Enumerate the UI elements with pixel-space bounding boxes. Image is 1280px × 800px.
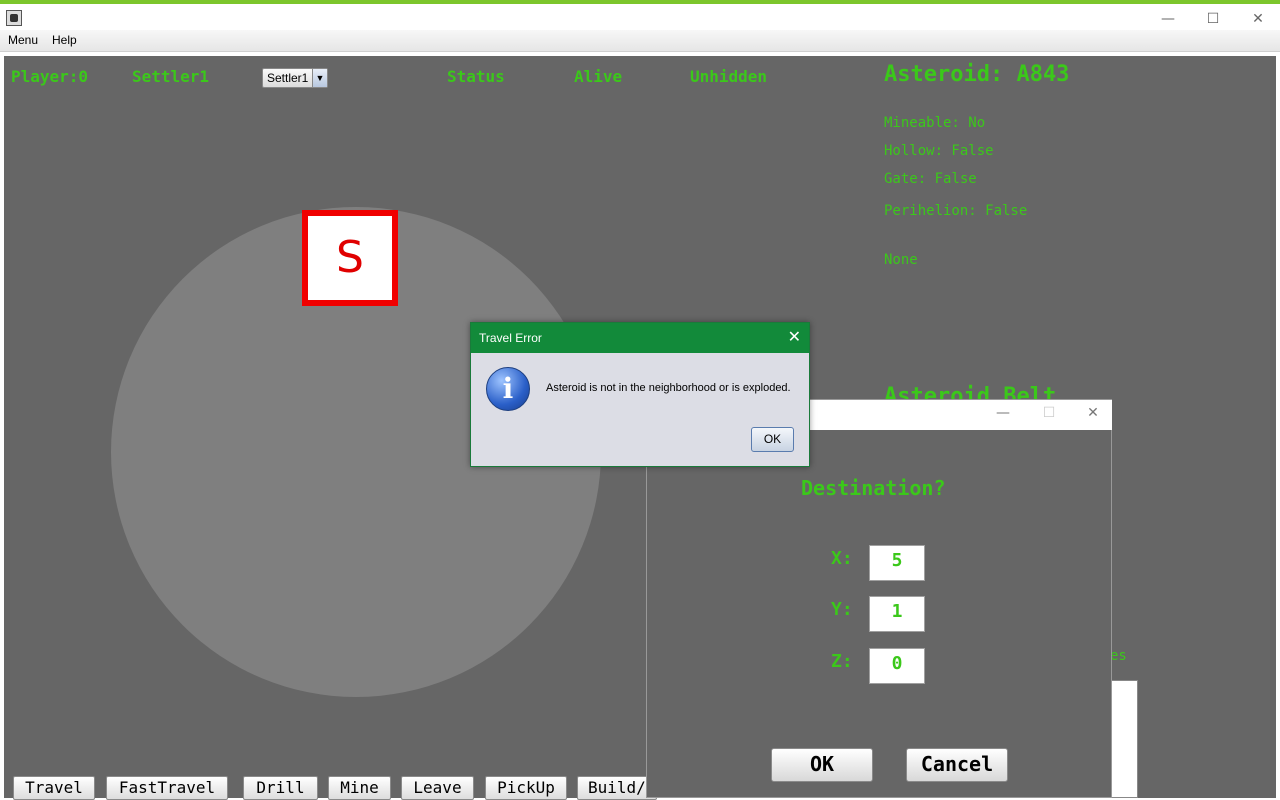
chevron-down-icon[interactable]: ▼: [312, 69, 327, 87]
pickup-button[interactable]: PickUp: [485, 776, 567, 800]
mine-button[interactable]: Mine: [328, 776, 391, 800]
z-label: Z:: [831, 651, 853, 672]
settler-select[interactable]: Settler1 ▼: [262, 68, 328, 88]
asteroid-hollow: Hollow: False: [884, 143, 994, 159]
asteroid-gate: Gate: False: [884, 171, 977, 187]
minimize-button[interactable]: —: [1148, 8, 1188, 30]
travel-button[interactable]: Travel: [13, 776, 95, 800]
leave-button[interactable]: Leave: [401, 776, 474, 800]
destination-cancel-button[interactable]: Cancel: [906, 748, 1008, 782]
visibility-status: Unhidden: [690, 67, 768, 86]
error-close-icon[interactable]: ✕: [788, 327, 801, 346]
status-value: Alive: [574, 67, 623, 86]
settler-marker[interactable]: S: [302, 210, 398, 306]
error-dialog-title: Travel Error: [479, 331, 542, 345]
settler-label: Settler1: [132, 67, 210, 86]
menu-item-help[interactable]: Help: [52, 33, 77, 47]
info-icon: i: [486, 367, 530, 411]
error-ok-button[interactable]: OK: [751, 427, 794, 452]
asteroid-resource: None: [884, 252, 918, 268]
y-label: Y:: [831, 599, 853, 620]
z-input[interactable]: 0: [869, 648, 925, 684]
maximize-button[interactable]: ☐: [1193, 8, 1233, 30]
x-input[interactable]: 5: [869, 545, 925, 581]
x-label: X:: [831, 548, 853, 569]
close-button[interactable]: ✕: [1238, 8, 1278, 30]
error-message: Asteroid is not in the neighborhood or i…: [546, 382, 791, 394]
error-dialog-titlebar: Travel Error ✕: [471, 323, 809, 353]
window-titlebar: — ☐ ✕: [0, 4, 1280, 30]
dialog-close-button[interactable]: ✕: [1078, 405, 1108, 421]
asteroid-perihelion: Perihelion: False: [884, 203, 1028, 219]
asteroid-mineable: Mineable: No: [884, 115, 986, 131]
dialog-maximize-button: ☐: [1042, 405, 1056, 421]
build-button[interactable]: Build/: [577, 776, 657, 800]
status-label: Status: [447, 67, 505, 86]
destination-heading: Destination?: [801, 476, 946, 500]
destination-ok-button[interactable]: OK: [771, 748, 873, 782]
drill-button[interactable]: Drill: [243, 776, 318, 800]
side-panel: [1108, 680, 1138, 798]
settler-select-value: Settler1: [267, 71, 309, 85]
travel-error-dialog: Travel Error ✕ i Asteroid is not in the …: [470, 322, 810, 467]
fasttravel-button[interactable]: FastTravel: [106, 776, 228, 800]
partial-label: es: [1110, 648, 1127, 664]
asteroid-title: Asteroid: A843: [884, 62, 1070, 87]
menubar: Menu Help: [0, 30, 1280, 52]
menu-item-menu[interactable]: Menu: [8, 33, 38, 47]
y-input[interactable]: 1: [869, 596, 925, 632]
app-icon: [6, 10, 22, 26]
player-label: Player:0: [11, 67, 89, 86]
dialog-minimize-button[interactable]: —: [988, 405, 1018, 421]
destination-dialog-titlebar: — ☐ ✕: [810, 400, 1112, 430]
